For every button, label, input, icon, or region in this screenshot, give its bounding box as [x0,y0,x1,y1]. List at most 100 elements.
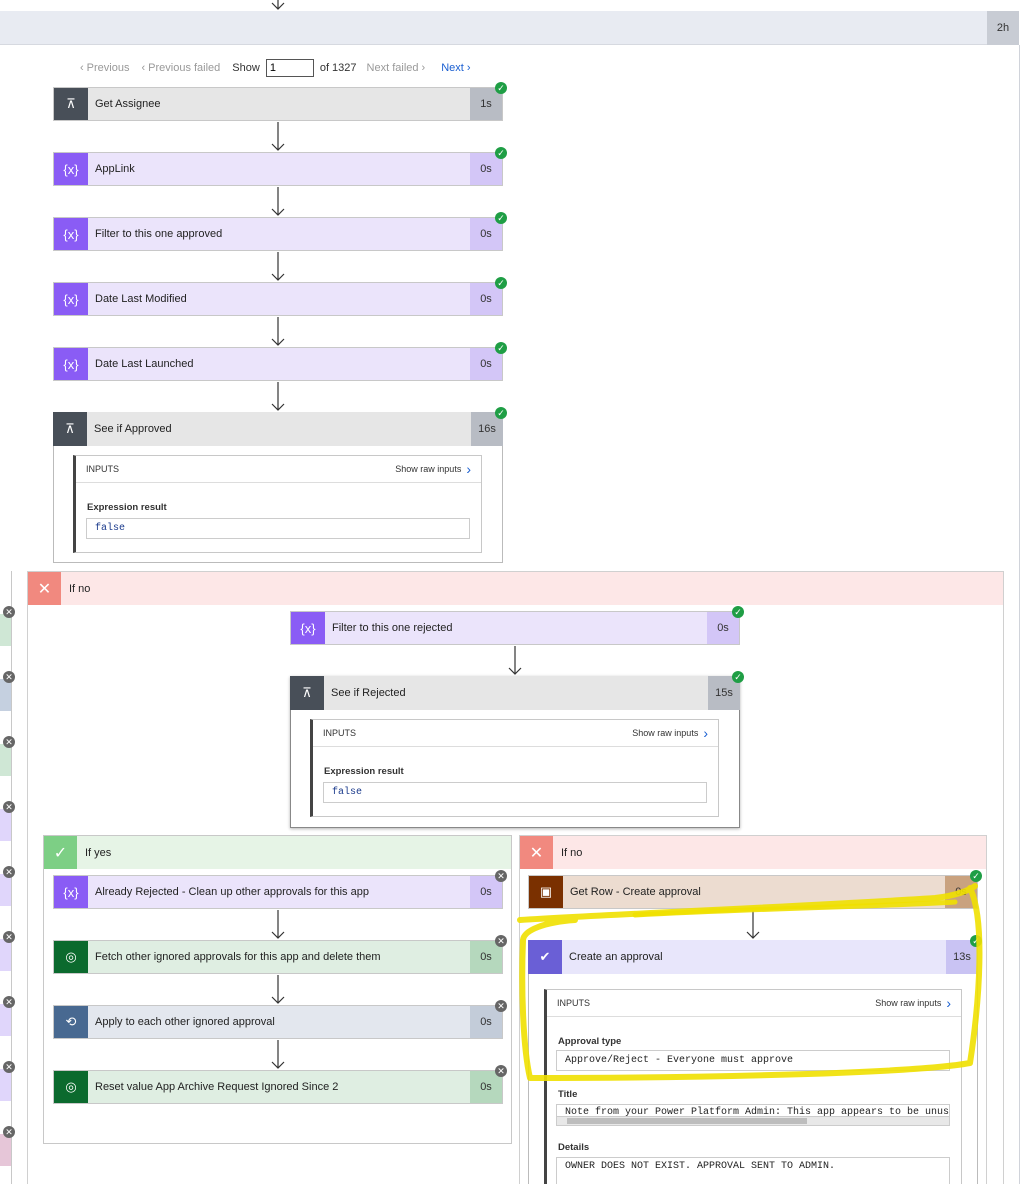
if-no-header-outer[interactable]: ✕ If no [28,572,1003,605]
clipped-action [0,809,11,841]
success-check-icon: ✓ [495,407,507,419]
approval-type-label: Approval type [558,1036,622,1047]
variable-icon: {x} [54,153,88,185]
show-raw-inputs-link[interactable]: Show raw inputs › [875,995,951,1011]
clipped-action [0,1069,11,1101]
scope-header-bar[interactable] [0,11,1019,45]
condition-icon: ⊼ [290,676,324,710]
skipped-icon: ✕ [3,606,15,618]
arrow-connector [271,122,285,151]
skipped-icon: ✕ [3,931,15,943]
show-raw-inputs-link[interactable]: Show raw inputs › [395,461,471,477]
clipped-action [0,744,11,776]
skipped-icon: ✕ [495,1000,507,1012]
if-yes-header[interactable]: ✓ If yes [44,836,511,869]
action-card-create-approval[interactable]: ✔ Create an approval 13s [528,940,978,974]
chevron-left-icon: ‹ [141,62,146,74]
arrow-connector [508,646,522,675]
condition-icon: ⊼ [54,88,88,120]
approval-type-value: Approve/Reject - Everyone must approve [556,1050,950,1071]
chevron-right-icon: › [703,725,708,741]
details-value: OWNER DOES NOT EXIST. APPROVAL SENT TO A… [556,1157,950,1184]
expression-result-label: Expression result [324,766,404,777]
clipped-action [0,614,11,646]
action-card-get-assignee[interactable]: ⊼ Get Assignee 1s [53,87,503,121]
success-check-icon: ✓ [970,935,982,947]
arrow-connector [271,317,285,346]
skipped-icon: ✕ [495,1065,507,1077]
expression-result-label: Expression result [87,502,167,513]
variable-icon: {x} [54,218,88,250]
chevron-right-icon: › [466,62,471,74]
success-check-icon: ✓ [732,671,744,683]
success-check-icon: ✓ [495,212,507,224]
arrow-connector [271,975,285,1004]
arrow-connector [271,1040,285,1069]
horizontal-scrollbar[interactable] [557,1116,949,1125]
details-label: Details [558,1142,590,1153]
table-row-icon: ▣ [529,876,563,908]
skipped-icon: ✕ [3,1126,15,1138]
chevron-left-icon: ‹ [80,62,84,74]
action-card-see-if-approved[interactable]: ⊼ See if Approved 16s [53,412,503,446]
expression-result-value: false [323,782,707,803]
close-x-icon: ✕ [520,836,553,869]
arrow-connector [271,382,285,411]
variable-icon: {x} [54,348,88,380]
skipped-icon: ✕ [3,1061,15,1073]
close-x-icon: ✕ [28,572,61,605]
success-check-icon: ✓ [495,277,507,289]
clipped-action [0,874,11,906]
action-card-applink[interactable]: {x} AppLink 0s [53,152,503,186]
skipped-icon: ✕ [3,801,15,813]
action-card-fetch-ignored[interactable]: ◎ Fetch other ignored approvals for this… [53,940,503,974]
arrow-connector [271,910,285,939]
chevron-right-icon: › [421,62,426,74]
loop-icon: ⟲ [54,1006,88,1038]
inputs-header: INPUTS [86,464,120,474]
show-label: Show [232,62,260,74]
arrow-connector [746,910,760,939]
action-card-filter-approved[interactable]: {x} Filter to this one approved 0s [53,217,503,251]
approval-inputs-box: INPUTS Show raw inputs › [544,989,962,1184]
action-card-see-if-rejected[interactable]: ⊼ See if Rejected 15s [290,676,740,710]
scope-duration: 2h [987,11,1019,45]
expression-result-value: false [86,518,470,539]
scrollbar-thumb[interactable] [567,1118,807,1124]
action-card-date-last-launched[interactable]: {x} Date Last Launched 0s [53,347,503,381]
next-button[interactable]: Next › [441,62,470,74]
variable-icon: {x} [54,876,88,908]
skipped-icon: ✕ [3,866,15,878]
dataverse-icon: ◎ [54,941,88,973]
inputs-header: INPUTS [323,728,357,738]
success-check-icon: ✓ [732,606,744,618]
dataverse-icon: ◎ [54,1071,88,1103]
next-failed-button[interactable]: Next failed › [367,62,426,74]
page-number-input[interactable] [265,59,314,77]
skipped-icon: ✕ [3,671,15,683]
previous-failed-button[interactable]: ‹ Previous failed [141,62,220,74]
skipped-icon: ✕ [3,996,15,1008]
checkmark-icon: ✓ [44,836,77,869]
chevron-right-icon: › [466,461,471,477]
arrow-connector [271,187,285,216]
action-card-filter-rejected[interactable]: {x} Filter to this one rejected 0s [290,611,740,645]
show-raw-inputs-link[interactable]: Show raw inputs › [632,725,708,741]
action-card-apply-to-each[interactable]: ⟲ Apply to each other ignored approval 0… [53,1005,503,1039]
condition-icon: ⊼ [53,412,87,446]
run-pager: ‹Previous ‹Previous failed Show of 1327 … [80,58,470,78]
page-total: of 1327 [319,62,357,74]
if-no-header-inner[interactable]: ✕ If no [520,836,986,869]
success-check-icon: ✓ [970,870,982,882]
clipped-action [0,1134,11,1166]
success-check-icon: ✓ [495,342,507,354]
action-card-date-last-modified[interactable]: {x} Date Last Modified 0s [53,282,503,316]
action-card-get-row[interactable]: ▣ Get Row - Create approval 0s [528,875,978,909]
previous-button[interactable]: ‹ Previous [80,62,129,74]
skipped-icon: ✕ [495,935,507,947]
clipped-action [0,1004,11,1036]
action-card-already-rejected[interactable]: {x} Already Rejected - Clean up other ap… [53,875,503,909]
skipped-icon: ✕ [495,870,507,882]
action-card-reset-value[interactable]: ◎ Reset value App Archive Request Ignore… [53,1070,503,1104]
inputs-header: INPUTS [557,998,591,1008]
